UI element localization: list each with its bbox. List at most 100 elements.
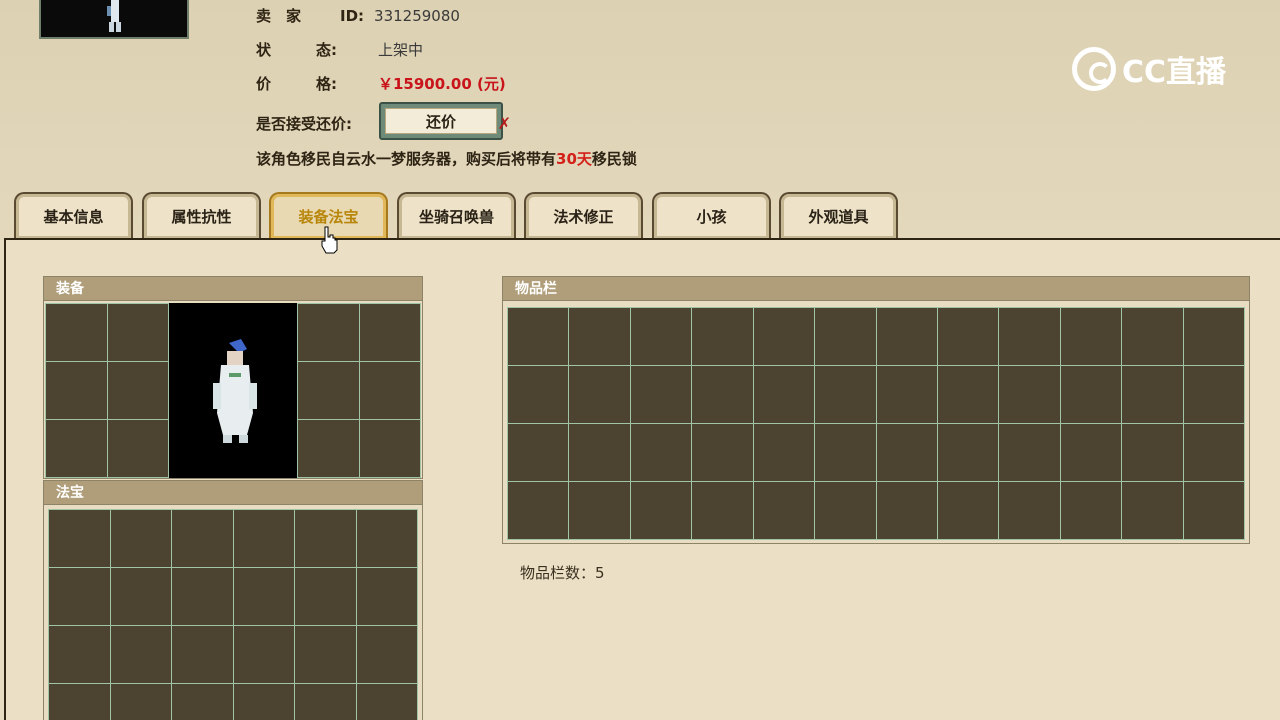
- fabao-slot[interactable]: [110, 568, 171, 625]
- inventory-slot[interactable]: [937, 482, 999, 539]
- fabao-slot[interactable]: [356, 568, 417, 625]
- inventory-slot[interactable]: [508, 424, 569, 481]
- logo-text: CC直播: [1122, 55, 1227, 90]
- character-figure-icon: [107, 0, 121, 32]
- fabao-slot[interactable]: [110, 684, 171, 720]
- fabao-slot[interactable]: [172, 626, 233, 683]
- tab-appearance[interactable]: 外观道具: [779, 192, 898, 239]
- inventory-slot[interactable]: [999, 366, 1060, 423]
- inventory-slot[interactable]: [876, 424, 937, 481]
- equip-slot[interactable]: [46, 304, 107, 361]
- knot-icon: ✗: [497, 114, 511, 133]
- inventory-slot[interactable]: [1122, 308, 1183, 365]
- fabao-slot[interactable]: [49, 510, 110, 567]
- equip-slot[interactable]: [359, 362, 420, 419]
- inventory-slot[interactable]: [937, 308, 999, 365]
- fabao-slot[interactable]: [356, 626, 417, 683]
- inventory-slot[interactable]: [630, 482, 692, 539]
- inventory-slot[interactable]: [1060, 424, 1122, 481]
- fabao-slot[interactable]: [295, 684, 356, 720]
- inventory-slot[interactable]: [753, 366, 815, 423]
- inventory-slot[interactable]: [1183, 366, 1244, 423]
- fabao-slot[interactable]: [233, 684, 294, 720]
- inventory-slot[interactable]: [815, 424, 876, 481]
- equip-slot[interactable]: [46, 420, 107, 477]
- inventory-slot[interactable]: [692, 308, 753, 365]
- inventory-slot[interactable]: [1122, 424, 1183, 481]
- inventory-slot[interactable]: [999, 424, 1060, 481]
- inventory-slot[interactable]: [569, 308, 630, 365]
- fabao-slot[interactable]: [110, 510, 171, 567]
- inventory-slot[interactable]: [815, 366, 876, 423]
- inventory-slot[interactable]: [937, 424, 999, 481]
- inventory-slot[interactable]: [1060, 308, 1122, 365]
- seller-id-label: ID:: [340, 7, 365, 25]
- inventory-slot[interactable]: [1060, 366, 1122, 423]
- equip-slot[interactable]: [298, 362, 359, 419]
- inventory-slot[interactable]: [630, 366, 692, 423]
- fabao-slot[interactable]: [172, 568, 233, 625]
- status-row: 状 态: 上架中: [256, 39, 423, 60]
- inventory-slot[interactable]: [1122, 482, 1183, 539]
- tab-attributes[interactable]: 属性抗性: [142, 192, 261, 239]
- fabao-slot[interactable]: [233, 568, 294, 625]
- fabao-slot[interactable]: [172, 684, 233, 720]
- inventory-slot[interactable]: [876, 482, 937, 539]
- inventory-count: 物品栏数：5: [520, 564, 605, 582]
- inventory-slot[interactable]: [876, 308, 937, 365]
- tab-mounts-pets[interactable]: 坐骑召唤兽: [397, 192, 516, 239]
- inventory-slot[interactable]: [937, 366, 999, 423]
- inventory-slot[interactable]: [569, 482, 630, 539]
- inventory-slot[interactable]: [508, 482, 569, 539]
- tab-basic-info[interactable]: 基本信息: [14, 192, 133, 239]
- fabao-slot[interactable]: [110, 626, 171, 683]
- fabao-slot[interactable]: [356, 684, 417, 720]
- fabao-slot[interactable]: [233, 510, 294, 567]
- fabao-slot[interactable]: [49, 684, 110, 720]
- inventory-slot[interactable]: [1183, 308, 1244, 365]
- equip-slot[interactable]: [298, 304, 359, 361]
- fabao-slot[interactable]: [295, 510, 356, 567]
- equip-slot[interactable]: [46, 362, 107, 419]
- equip-slot[interactable]: [107, 420, 168, 477]
- inventory-slot[interactable]: [999, 308, 1060, 365]
- fabao-slot[interactable]: [233, 626, 294, 683]
- tab-spell-correction[interactable]: 法术修正: [524, 192, 643, 239]
- fabao-slot[interactable]: [49, 568, 110, 625]
- inventory-slot[interactable]: [999, 482, 1060, 539]
- fabao-slot[interactable]: [49, 626, 110, 683]
- inventory-slot[interactable]: [1060, 482, 1122, 539]
- inventory-slot[interactable]: [692, 424, 753, 481]
- inventory-slot[interactable]: [753, 308, 815, 365]
- inventory-slot[interactable]: [569, 424, 630, 481]
- tab-child[interactable]: 小孩: [652, 192, 771, 239]
- equip-slot[interactable]: [298, 420, 359, 477]
- inventory-slot[interactable]: [692, 366, 753, 423]
- inventory-slot[interactable]: [1183, 482, 1244, 539]
- fabao-slot[interactable]: [295, 568, 356, 625]
- equip-slot[interactable]: [107, 362, 168, 419]
- tab-label: 坐骑召唤兽: [418, 208, 494, 226]
- fabao-slot[interactable]: [356, 510, 417, 567]
- fabao-slot[interactable]: [295, 626, 356, 683]
- fabao-slot[interactable]: [172, 510, 233, 567]
- inventory-slot[interactable]: [753, 424, 815, 481]
- inventory-slot[interactable]: [508, 308, 569, 365]
- equip-slot[interactable]: [359, 304, 420, 361]
- inventory-slot[interactable]: [815, 482, 876, 539]
- inventory-slot[interactable]: [1183, 424, 1244, 481]
- inventory-slot[interactable]: [508, 366, 569, 423]
- migration-notice: 该角色移民自云水一梦服务器，购买后将带有30天移民锁: [256, 148, 637, 169]
- equip-slot[interactable]: [107, 304, 168, 361]
- inventory-slot[interactable]: [815, 308, 876, 365]
- inventory-slot[interactable]: [630, 424, 692, 481]
- hand-cursor-icon: [321, 226, 338, 254]
- inventory-slot[interactable]: [692, 482, 753, 539]
- inventory-slot[interactable]: [569, 366, 630, 423]
- inventory-slot[interactable]: [1122, 366, 1183, 423]
- equip-slot[interactable]: [359, 420, 420, 477]
- inventory-slot[interactable]: [753, 482, 815, 539]
- counter-offer-button[interactable]: 还价 ✗: [379, 102, 511, 140]
- inventory-slot[interactable]: [876, 366, 937, 423]
- inventory-slot[interactable]: [630, 308, 692, 365]
